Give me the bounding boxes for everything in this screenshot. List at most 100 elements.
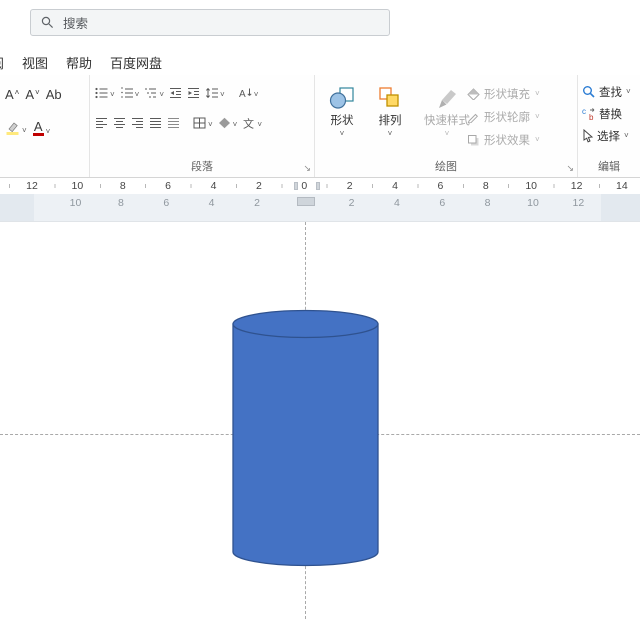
shading-button[interactable]: ˅ — [217, 116, 239, 130]
chevron-down-icon: ˅ — [445, 130, 450, 138]
search-box[interactable]: 搜索 — [30, 9, 390, 36]
menu-item-view[interactable]: 视图 — [22, 53, 48, 72]
text-direction-button[interactable]: A ˅ — [238, 86, 260, 100]
decrease-indent-icon — [169, 87, 182, 99]
asian-layout-icon: 文 — [242, 117, 255, 129]
ruler-number: 8 — [118, 179, 128, 193]
document-canvas[interactable] — [0, 222, 640, 619]
highlight-color-button[interactable]: ˅ — [4, 120, 28, 136]
shape-outline-icon — [467, 111, 480, 123]
ruler-horizontal: 1210864202468101214 — [0, 178, 640, 194]
shape-fill-button[interactable]: 形状填充 ˅ — [467, 86, 540, 102]
decrease-indent-button[interactable] — [168, 86, 183, 100]
indent-marker-left[interactable] — [294, 182, 298, 190]
arrange-button[interactable]: 排列 ˅ — [371, 83, 409, 138]
replace-button[interactable]: c b 替换 — [582, 106, 631, 122]
distribute-button[interactable] — [166, 116, 181, 130]
paragraph-dialog-launcher[interactable]: ↘ — [303, 164, 311, 173]
justify-button[interactable] — [148, 116, 163, 130]
replace-icon: c b — [582, 107, 596, 121]
font-group: A˄ A˅ Ab ˅ A — [0, 75, 90, 177]
ruler-number: 8 — [481, 179, 491, 193]
shape-fill-icon — [467, 88, 480, 100]
menu-item-baidu-netdisk[interactable]: 百度网盘 — [110, 53, 162, 72]
shapes-button[interactable]: 形状 ˅ — [323, 83, 361, 138]
find-button[interactable]: 查找 ˅ — [582, 84, 631, 100]
asian-layout-button[interactable]: 文 ˅ — [241, 116, 263, 130]
shape-effects-button[interactable]: 形状效果 ˅ — [467, 132, 540, 148]
indent-marker-right[interactable] — [316, 182, 320, 190]
shape-effects-icon — [467, 134, 480, 146]
ribbon: A˄ A˅ Ab ˅ A — [0, 75, 640, 178]
shape-outline-label: 形状轮廓 — [484, 109, 530, 125]
grow-font-button[interactable]: A˄ — [4, 87, 20, 102]
search-icon — [41, 16, 54, 29]
menu-item-review[interactable]: 阅 — [0, 53, 4, 72]
align-left-button[interactable] — [94, 116, 109, 130]
svg-text:A: A — [239, 89, 246, 99]
line-spacing-icon — [205, 87, 218, 99]
borders-button[interactable]: ˅ — [192, 116, 214, 130]
chevron-down-icon: ˅ — [159, 91, 164, 99]
shrink-font-button[interactable]: A˅ — [24, 87, 40, 102]
shape-fill-label: 形状填充 — [484, 86, 530, 102]
ruler-margin-strip: 10864224681012 — [0, 194, 640, 222]
ruler-number: 4 — [207, 196, 217, 210]
chevron-down-icon: ˅ — [220, 91, 225, 99]
ruler-number: 12 — [571, 196, 587, 210]
ruler-number: 4 — [209, 179, 219, 193]
ruler-number: 2 — [254, 179, 264, 193]
ruler-number: 12 — [24, 179, 40, 193]
ruler-number: 0 — [299, 179, 309, 193]
cylinder-shape[interactable] — [232, 309, 379, 567]
shape-outline-button[interactable]: 形状轮廓 ˅ — [467, 109, 540, 125]
quick-styles-label: 快速样式 — [424, 112, 470, 128]
chevron-down-icon: ˅ — [46, 128, 51, 136]
highlight-bar — [7, 132, 19, 135]
chevron-down-icon: ˅ — [626, 88, 631, 96]
ruler-number: 6 — [437, 196, 447, 210]
ruler-number: 14 — [614, 179, 630, 193]
chevron-down-icon: ˅ — [257, 121, 262, 129]
select-cursor-icon — [582, 129, 594, 143]
menu-item-help[interactable]: 帮助 — [66, 53, 92, 72]
drawing-group: 形状 ˅ 排列 ˅ 快速样式 ˅ — [315, 75, 578, 177]
chevron-down-icon: ˅ — [535, 90, 540, 98]
drawing-dialog-launcher[interactable]: ↘ — [566, 164, 574, 173]
numbering-icon — [120, 87, 133, 99]
chevron-down-icon: ˅ — [208, 121, 213, 129]
font-color-button[interactable]: A ˅ — [32, 119, 52, 137]
ruler-number: 4 — [392, 196, 402, 210]
ruler-number: 2 — [345, 179, 355, 193]
increase-indent-icon — [187, 87, 200, 99]
align-center-icon — [113, 117, 126, 129]
cylinder-body — [233, 324, 378, 565]
multilevel-list-button[interactable]: ˅ — [143, 86, 165, 100]
shape-effects-label: 形状效果 — [484, 132, 530, 148]
distribute-icon — [167, 117, 180, 129]
increase-indent-button[interactable] — [186, 86, 201, 100]
bullets-button[interactable]: ˅ — [94, 86, 116, 100]
borders-icon — [193, 117, 206, 129]
first-line-indent-marker[interactable] — [297, 197, 315, 206]
editing-group-label: 编辑 — [578, 158, 640, 174]
chevron-down-icon: ˅ — [388, 130, 393, 138]
menu-bar: 阅 视图 帮助 百度网盘 — [0, 50, 640, 74]
svg-text:文: 文 — [243, 117, 254, 129]
chevron-down-icon: ˅ — [535, 136, 540, 144]
clear-formatting-button[interactable]: Ab — [45, 87, 63, 102]
ruler-number: 10 — [70, 179, 86, 193]
arrange-label: 排列 — [379, 112, 402, 128]
ruler-number: 10 — [523, 179, 539, 193]
select-button[interactable]: 选择 ˅ — [582, 128, 631, 144]
align-right-button[interactable] — [130, 116, 145, 130]
find-label: 查找 — [599, 84, 622, 100]
multilevel-list-icon — [144, 87, 157, 99]
font-color-bar — [33, 133, 44, 136]
align-center-button[interactable] — [112, 116, 127, 130]
numbering-button[interactable]: ˅ — [119, 86, 141, 100]
bullets-icon — [95, 87, 108, 99]
drawing-group-label: 绘图 — [315, 158, 577, 174]
line-spacing-button[interactable]: ˅ — [204, 86, 226, 100]
chevron-down-icon: ˅ — [624, 132, 629, 140]
